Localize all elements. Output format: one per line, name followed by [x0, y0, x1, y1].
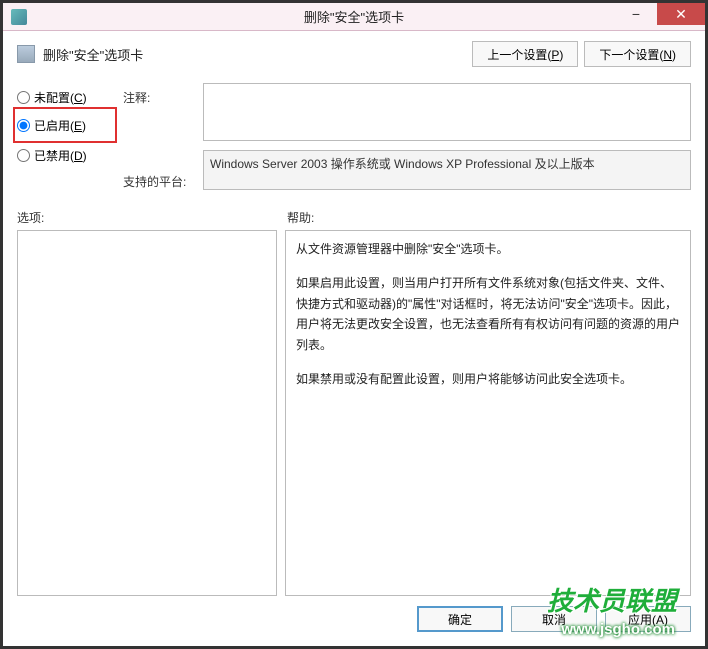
comment-label: 注释:: [123, 83, 193, 111]
next-setting-button[interactable]: 下一个设置(N): [584, 41, 691, 67]
supported-platform-box: Windows Server 2003 操作系统或 Windows XP Pro…: [203, 150, 691, 190]
close-button[interactable]: ✕: [657, 3, 705, 25]
platform-label: 支持的平台:: [123, 167, 193, 195]
ok-button[interactable]: 确定: [417, 606, 503, 632]
radio-not-configured-input[interactable]: [17, 91, 30, 104]
options-label: 选项:: [17, 209, 287, 226]
cancel-button[interactable]: 取消: [511, 606, 597, 632]
radio-enabled[interactable]: 已启用(E): [17, 111, 113, 139]
policy-icon: [17, 45, 35, 63]
help-paragraph: 从文件资源管理器中删除"安全"选项卡。: [296, 239, 680, 259]
minimize-button[interactable]: −: [615, 3, 657, 25]
previous-setting-button[interactable]: 上一个设置(P): [472, 41, 578, 67]
help-label: 帮助:: [287, 209, 314, 226]
help-pane: 从文件资源管理器中删除"安全"选项卡。 如果启用此设置，则当用户打开所有文件系统…: [285, 230, 691, 596]
radio-disabled[interactable]: 已禁用(D): [17, 141, 113, 169]
radio-not-configured[interactable]: 未配置(C): [17, 83, 113, 111]
radio-disabled-input[interactable]: [17, 149, 30, 162]
options-pane: [17, 230, 277, 596]
help-paragraph: 如果禁用或没有配置此设置，则用户将能够访问此安全选项卡。: [296, 369, 680, 389]
policy-title: 删除"安全"选项卡: [43, 45, 472, 64]
comment-textarea[interactable]: [203, 83, 691, 141]
radio-enabled-input[interactable]: [17, 119, 30, 132]
window-icon: [11, 9, 27, 25]
apply-button[interactable]: 应用(A): [605, 606, 691, 632]
help-paragraph: 如果启用此设置，则当用户打开所有文件系统对象(包括文件夹、文件、快捷方式和驱动器…: [296, 273, 680, 355]
window-title: 删除"安全"选项卡: [304, 7, 404, 26]
